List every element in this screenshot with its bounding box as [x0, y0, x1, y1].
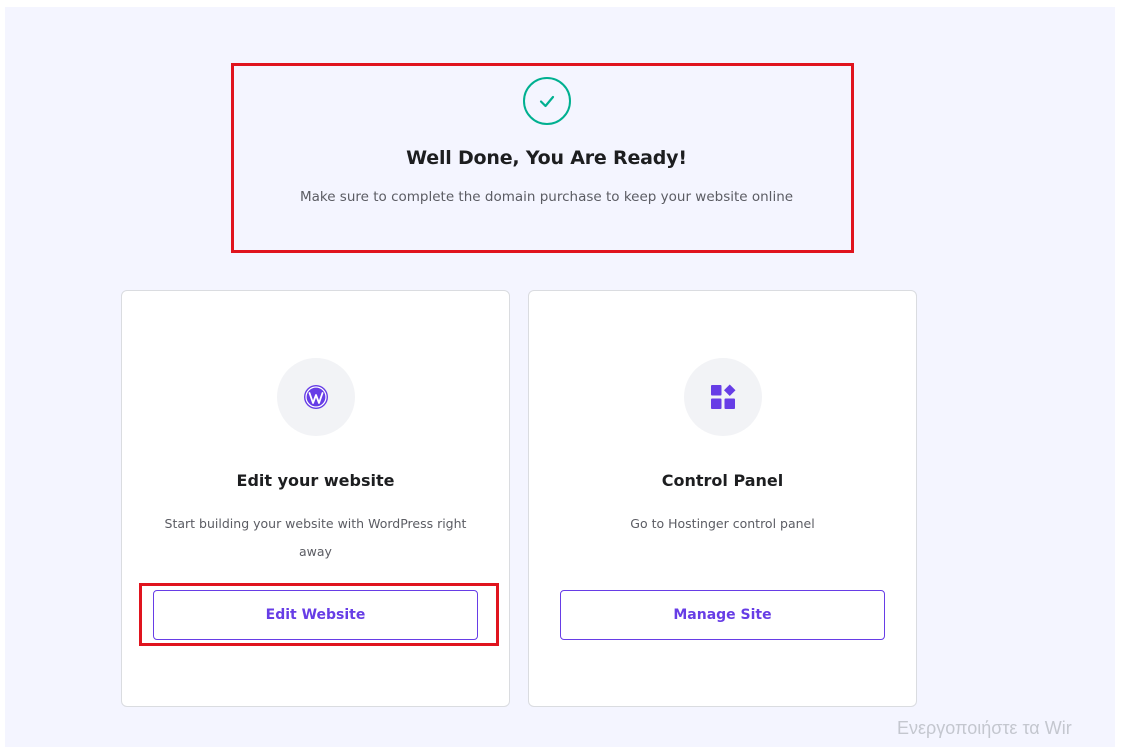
- manage-site-button[interactable]: Manage Site: [560, 590, 885, 640]
- edit-website-button[interactable]: Edit Website: [153, 590, 478, 640]
- wordpress-icon: [277, 358, 355, 436]
- edit-website-card-description: Start building your website with WordPre…: [164, 516, 467, 559]
- success-banner: Well Done, You Are Ready! Make sure to c…: [5, 77, 1088, 205]
- control-panel-card-title: Control Panel: [661, 471, 784, 490]
- edit-website-card: Edit your website Start building your we…: [121, 290, 510, 707]
- check-circle-icon: [522, 77, 571, 125]
- control-panel-card-description: Go to Hostinger control panel: [630, 516, 815, 531]
- edit-website-card-title: Edit your website: [236, 471, 395, 490]
- windows-activation-watermark: Ενεργοποιήστε τα Wir: [897, 718, 1072, 738]
- control-panel-card: Control Panel Go to Hostinger control pa…: [528, 290, 917, 707]
- main-content: Well Done, You Are Ready! Make sure to c…: [5, 7, 1115, 747]
- success-title: Well Done, You Are Ready!: [406, 147, 687, 169]
- success-subtitle: Make sure to complete the domain purchas…: [299, 189, 794, 205]
- control-panel-icon: [684, 358, 762, 436]
